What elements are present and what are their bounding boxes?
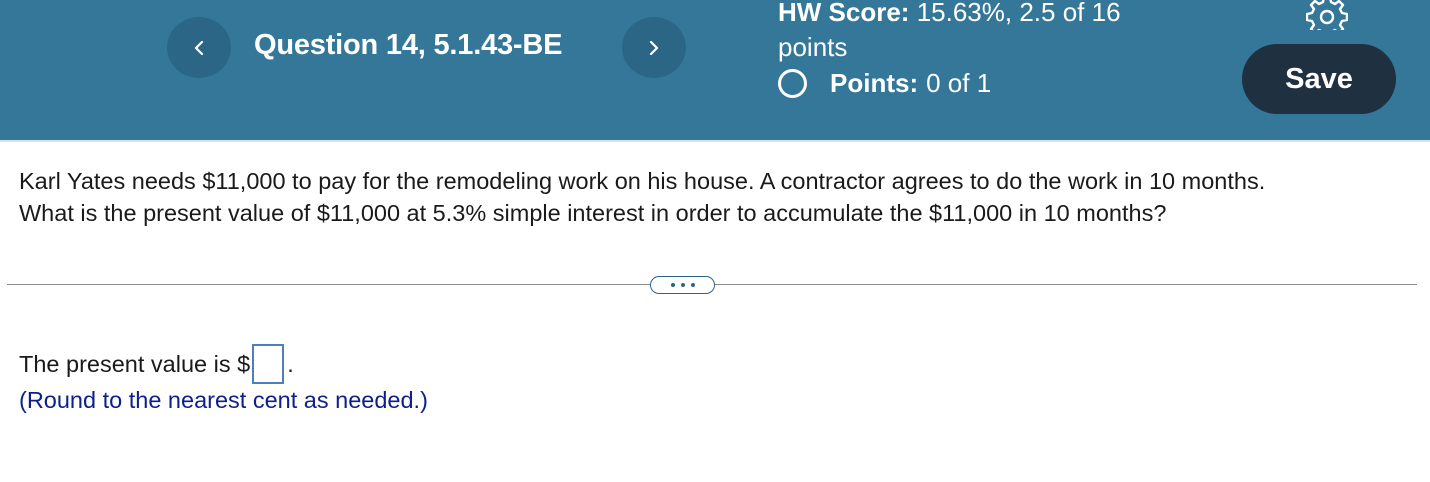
answer-input[interactable] (252, 344, 285, 384)
save-button[interactable]: Save (1242, 44, 1396, 114)
points-status: Points: 0 of 1 (778, 66, 991, 100)
previous-question-button[interactable] (167, 17, 231, 78)
answer-line: The present value is $ . (19, 344, 294, 384)
question-header: Question 14, 5.1.43-BE HW Score: 15.63%,… (0, 0, 1430, 142)
answer-suffix: . (287, 350, 294, 377)
hw-score-value: 15.63%, 2.5 of 16 (916, 0, 1121, 27)
expand-more-button[interactable] (650, 276, 715, 294)
gear-icon[interactable] (1306, 0, 1348, 30)
dot-icon (690, 283, 695, 287)
hw-score: HW Score: 15.63%, 2.5 of 16 points (778, 0, 1198, 65)
chevron-left-icon (194, 40, 204, 55)
answer-prefix: The present value is $ (19, 350, 251, 377)
points-label: Points: (830, 67, 919, 98)
chevron-right-icon (649, 40, 659, 55)
next-question-button[interactable] (622, 17, 686, 78)
points-value: 0 of 1 (926, 67, 992, 98)
hw-score-unit: points (778, 32, 848, 62)
hw-score-label: HW Score: (778, 0, 910, 27)
dot-icon (670, 283, 675, 287)
radio-circle-icon (778, 68, 807, 98)
question-line-2: What is the present value of $11,000 at … (19, 200, 1167, 226)
question-line-1: Karl Yates needs $11,000 to pay for the … (19, 168, 1266, 194)
rounding-hint: (Round to the nearest cent as needed.) (19, 387, 428, 413)
question-text: Karl Yates needs $11,000 to pay for the … (19, 165, 1419, 229)
dot-icon (680, 283, 685, 287)
question-title: Question 14, 5.1.43-BE (254, 29, 563, 61)
